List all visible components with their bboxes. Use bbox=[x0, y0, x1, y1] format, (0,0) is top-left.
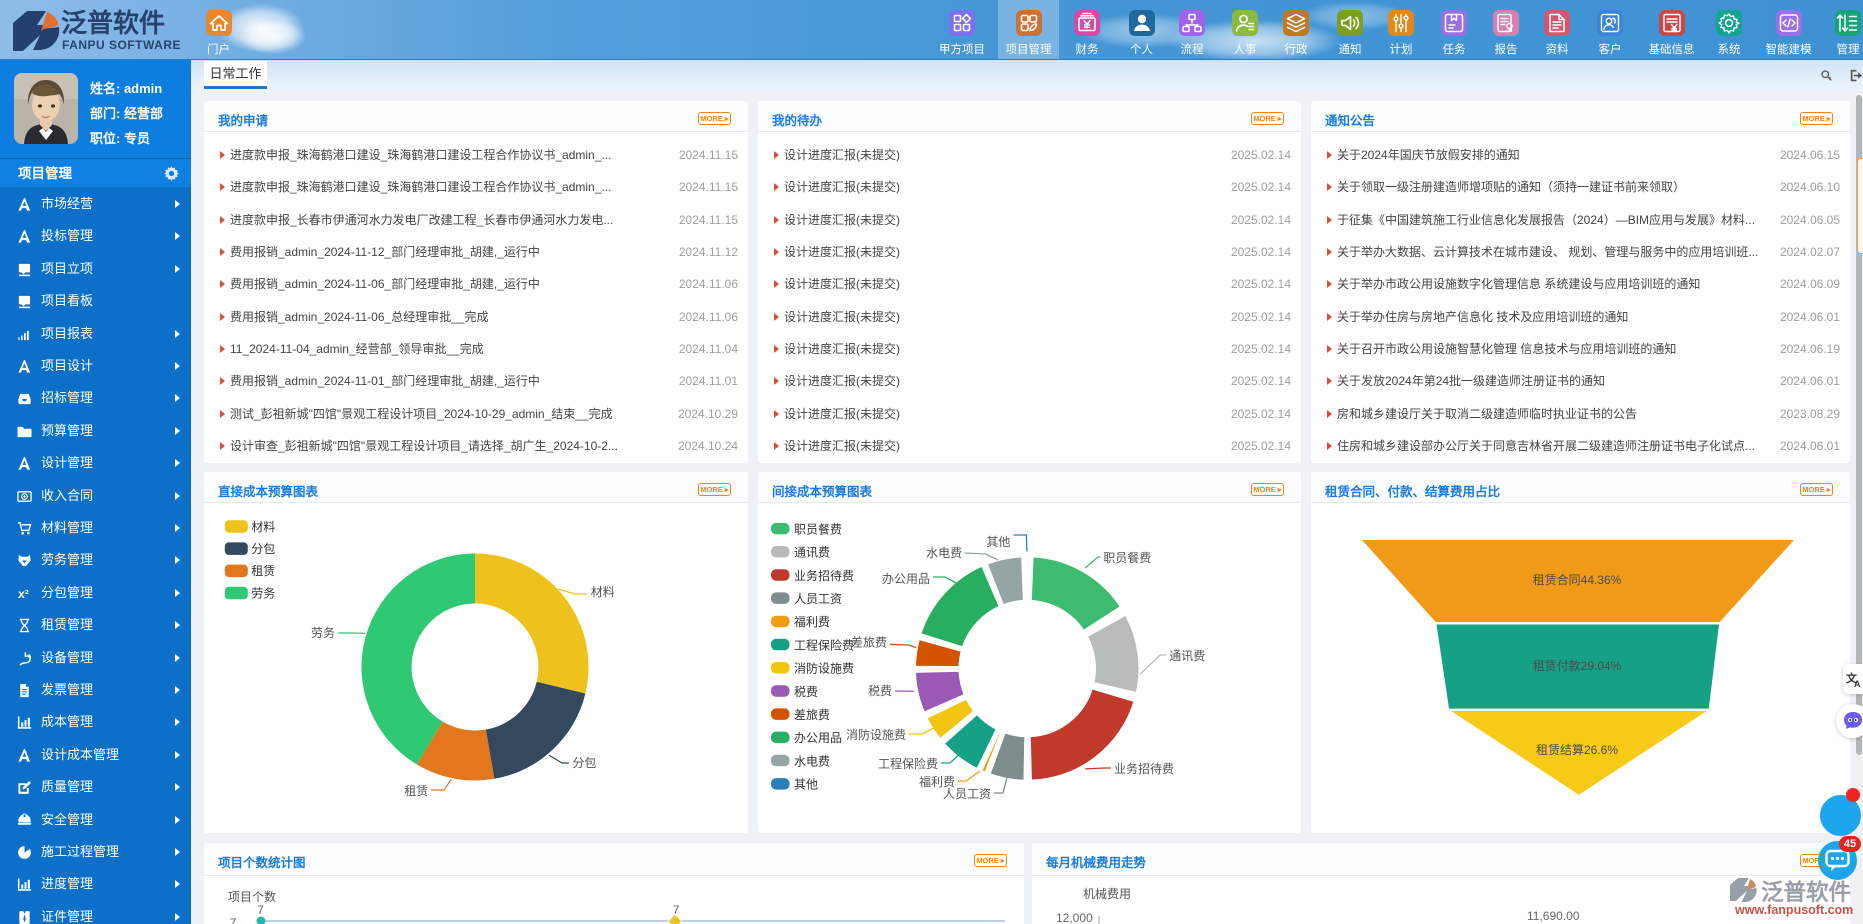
svg-text:税费: 税费 bbox=[868, 684, 892, 698]
svg-text:职员餐费: 职员餐费 bbox=[1103, 550, 1151, 565]
svg-text:材料: 材料 bbox=[591, 585, 615, 599]
svg-text:劳务: 劳务 bbox=[251, 585, 275, 600]
svg-text:其他: 其他 bbox=[794, 778, 818, 792]
svg-text:其他: 其他 bbox=[986, 535, 1010, 549]
svg-text:水电费: 水电费 bbox=[794, 754, 830, 768]
svg-text:消防设施费: 消防设施费 bbox=[846, 727, 906, 742]
svg-text:福利费: 福利费 bbox=[794, 614, 830, 629]
svg-text:租赁: 租赁 bbox=[251, 564, 275, 578]
svg-text:租赁合同44.36%: 租赁合同44.36% bbox=[1533, 572, 1622, 587]
svg-text:水电费: 水电费 bbox=[926, 546, 962, 560]
svg-text:x²: x² bbox=[18, 587, 29, 601]
svg-text:分包: 分包 bbox=[572, 756, 596, 770]
svg-text:工程保险费: 工程保险费 bbox=[794, 637, 854, 652]
svg-text:职员餐费: 职员餐费 bbox=[794, 521, 842, 536]
svg-text:www.fanpusoft.com: www.fanpusoft.com bbox=[1734, 903, 1853, 917]
svg-text:分包: 分包 bbox=[251, 542, 275, 556]
svg-text:7: 7 bbox=[257, 903, 264, 917]
svg-text:业务招待费: 业务招待费 bbox=[1114, 761, 1174, 776]
svg-text:通讯费: 通讯费 bbox=[794, 546, 830, 560]
svg-text:税费: 税费 bbox=[794, 685, 818, 699]
svg-text:人员工资: 人员工资 bbox=[943, 787, 991, 801]
svg-text:差旅费: 差旅费 bbox=[794, 708, 830, 722]
svg-text:租赁结算26.6%: 租赁结算26.6% bbox=[1536, 742, 1618, 757]
svg-text:泛普软件: 泛普软件 bbox=[1761, 879, 1851, 905]
svg-text:项目个数: 项目个数 bbox=[228, 889, 276, 904]
svg-text:业务招待费: 业务招待费 bbox=[794, 568, 854, 583]
svg-text:消防设施费: 消防设施费 bbox=[794, 661, 854, 676]
svg-text:材料: 材料 bbox=[251, 520, 275, 534]
svg-text:通讯费: 通讯费 bbox=[1169, 649, 1205, 663]
svg-text:差旅费: 差旅费 bbox=[851, 636, 887, 650]
svg-text:机械费用: 机械费用 bbox=[1083, 886, 1131, 901]
svg-text:办公用品: 办公用品 bbox=[882, 571, 930, 586]
svg-text:办公用品: 办公用品 bbox=[794, 730, 842, 745]
svg-text:租赁: 租赁 bbox=[404, 784, 428, 798]
svg-text:12,000: 12,000 bbox=[1056, 911, 1093, 924]
svg-text:劳务: 劳务 bbox=[311, 625, 335, 640]
svg-text:11,690.00: 11,690.00 bbox=[1527, 909, 1580, 923]
svg-text:人员工资: 人员工资 bbox=[794, 592, 842, 606]
svg-text:租赁付款29.04%: 租赁付款29.04% bbox=[1533, 659, 1622, 673]
svg-text:7: 7 bbox=[230, 916, 237, 924]
svg-text:A: A bbox=[1854, 679, 1861, 688]
svg-text:工程保险费: 工程保险费 bbox=[878, 756, 938, 771]
